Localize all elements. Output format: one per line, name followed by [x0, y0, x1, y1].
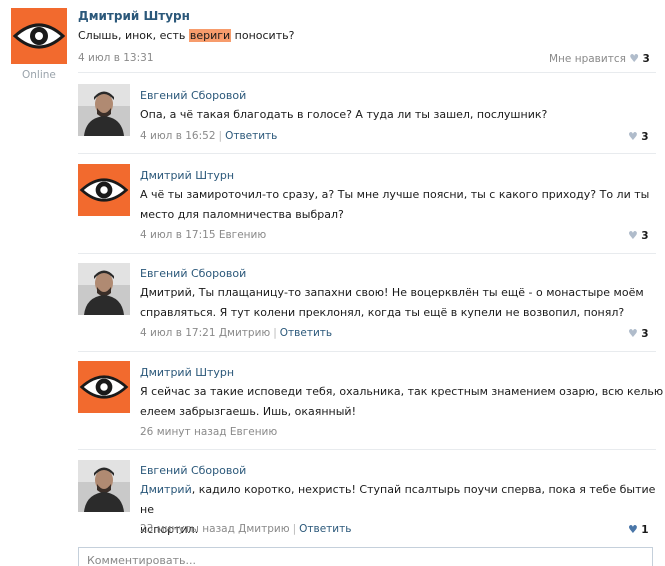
online-status: Online [22, 69, 56, 81]
person-photo-icon [78, 263, 130, 315]
comment-author-avatar[interactable] [78, 84, 130, 136]
comment-author-avatar[interactable] [78, 263, 130, 315]
comment-text: А чё ты замироточил-то сразу, а? Ты мне … [140, 188, 650, 221]
heart-icon: ♥ [628, 229, 638, 242]
comment-text: Дмитрий, Ты плащаницу-то запахни свою! Н… [140, 286, 644, 319]
person-photo-icon [78, 84, 130, 136]
heart-icon: ♥ [628, 327, 638, 340]
heart-icon: ♥ [628, 130, 638, 143]
comment-author-avatar[interactable] [78, 460, 130, 512]
reply-link[interactable]: Ответить [299, 523, 351, 535]
comment-author-name[interactable]: Дмитрий Штурн [140, 366, 234, 379]
comment-author-avatar[interactable] [78, 361, 130, 413]
heart-icon: ♥ [629, 52, 640, 65]
comment-author-avatar[interactable] [78, 164, 130, 216]
separator: | [218, 130, 223, 142]
comment-date[interactable]: 4 июл в 16:52 [140, 130, 216, 142]
comment-author-name[interactable]: Евгений Сборовой [140, 267, 246, 280]
mention-link[interactable]: Дмитрий [140, 483, 192, 496]
eye-icon [11, 8, 67, 64]
divider [78, 351, 656, 352]
like-count: 3 [641, 131, 649, 143]
comment-placeholder: Комментировать... [87, 554, 196, 566]
highlighted-word: вериги [188, 29, 232, 42]
comment-date[interactable]: 26 минут назад Евгению [140, 426, 277, 438]
separator: | [292, 523, 297, 535]
reply-link[interactable]: Ответить [225, 130, 277, 142]
divider [78, 72, 656, 73]
comment-date[interactable]: 23 минуты назад Дмитрию [140, 523, 290, 535]
post-text: Слышь, инок, есть вериги поносить? [78, 29, 295, 42]
like-label: Мне нравится [549, 53, 626, 65]
divider [78, 153, 656, 154]
comment-author-name[interactable]: Евгений Сборовой [140, 89, 246, 102]
eye-icon [78, 164, 130, 216]
reply-link[interactable]: Ответить [280, 327, 332, 339]
post-author-name[interactable]: Дмитрий Штурн [78, 9, 190, 23]
separator: | [273, 327, 277, 339]
post-author-avatar[interactable] [11, 8, 67, 64]
like-count: 3 [641, 328, 649, 340]
divider [78, 253, 656, 254]
comment-input[interactable]: Комментировать... [78, 547, 653, 566]
comment-author-name[interactable]: Дмитрий Штурн [140, 169, 234, 182]
like-count: 3 [641, 230, 649, 242]
comment-text: Опа, а чё такая благодать в голосе? А ту… [140, 108, 548, 121]
divider [78, 449, 656, 450]
post-like-button[interactable]: Мне нравится ♥ 3 [549, 52, 650, 65]
comment-like-button[interactable]: ♥ 1 [628, 523, 649, 536]
comment-meta: 4 июл в 16:52 | Ответить [140, 130, 277, 142]
comment-meta: 23 минуты назад Дмитрию | Ответить [140, 523, 351, 535]
comment-author-name[interactable]: Евгений Сборовой [140, 464, 246, 477]
comment-date[interactable]: 4 июл в 17:21 Дмитрию [140, 327, 270, 339]
comment-like-button[interactable]: ♥ 3 [628, 229, 649, 242]
comment-like-button[interactable]: ♥ 3 [628, 130, 649, 143]
post-date[interactable]: 4 июл в 13:31 [78, 52, 154, 64]
comment-meta: 4 июл в 17:21 Дмитрию | Ответить [140, 327, 332, 339]
comment-text: Я сейчас за такие исповеди тебя, охальни… [140, 385, 664, 418]
like-count: 1 [641, 524, 649, 536]
like-count: 3 [642, 53, 650, 65]
heart-icon: ♥ [628, 523, 638, 536]
person-photo-icon [78, 460, 130, 512]
comment-date[interactable]: 4 июл в 17:15 Евгению [140, 229, 266, 241]
eye-icon [78, 361, 130, 413]
comment-like-button[interactable]: ♥ 3 [628, 327, 649, 340]
